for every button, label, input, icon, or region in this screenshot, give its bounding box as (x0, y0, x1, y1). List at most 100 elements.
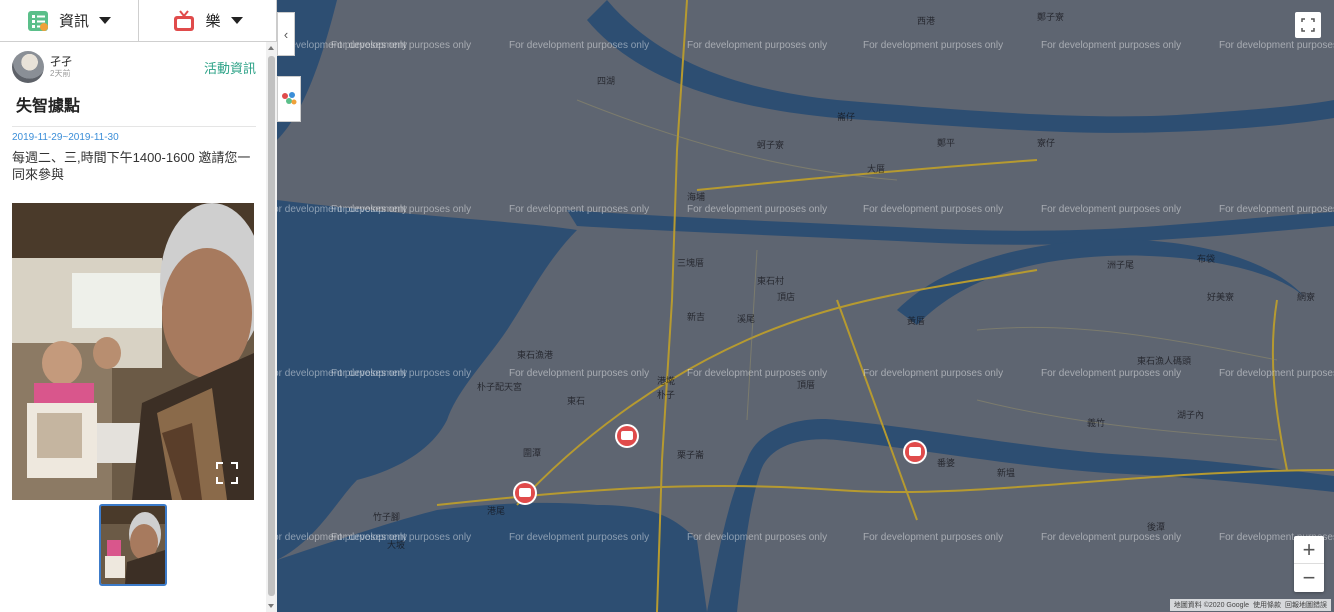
map-watermark: For development purposes only (331, 204, 471, 215)
map-place-label: 東石漁人碼頭 (1137, 355, 1191, 367)
map-watermark: For development purposes only (863, 532, 1003, 543)
chevron-down-icon (99, 17, 111, 24)
zoom-out-button[interactable]: − (1294, 564, 1324, 592)
location-marker-1[interactable] (615, 424, 639, 448)
map-place-label: 新吉 (687, 311, 705, 323)
map-watermark: For development purposes only (1041, 532, 1181, 543)
tab-info-label: 資訊 (58, 13, 89, 30)
post-content: 孑孑 2天前 活動資訊 失智據點 2019-11-29~2019-11-30 每… (0, 42, 266, 612)
map-watermark: For development purposes only (509, 532, 649, 543)
map-place-label: 溪尾 (737, 313, 755, 325)
map-watermark: For development purposes only (863, 368, 1003, 379)
map-place-label: 竹子腳 (373, 511, 400, 523)
layer-toggle-button[interactable] (277, 76, 301, 122)
zoom-control: + − (1294, 536, 1324, 592)
fullscreen-icon (1301, 18, 1315, 32)
map-watermark: For development purposes only (509, 204, 649, 215)
user-info: 孑孑 2天前 (50, 56, 72, 79)
map-data-credit: 地圖資料 ©2020 Google (1173, 602, 1249, 609)
layers-icon (282, 92, 297, 105)
map-watermark: For development purposes only (687, 204, 827, 215)
map-fullscreen-button[interactable] (1295, 12, 1321, 38)
map-place-label: 大厝 (867, 163, 885, 175)
scrollbar-thumb[interactable] (268, 56, 275, 596)
map-place-label: 東石村 (757, 275, 784, 287)
map-place-label: 圍潭 (523, 448, 541, 459)
map-watermark: For development purposes only (687, 532, 827, 543)
map-place-label: 新塭 (997, 467, 1015, 479)
map-place-label: 港尾 (487, 505, 505, 517)
map-place-label: 東石 (567, 395, 585, 407)
map-place-label: 番婆 (937, 457, 955, 469)
map-place-label: 頂厝 (797, 380, 815, 391)
map-place-label: 四湖 (597, 76, 615, 87)
map-watermark: For development purposes only (331, 40, 471, 51)
map-watermark: For development purposes only (1041, 368, 1181, 379)
map-place-label: 港墘 (657, 375, 675, 387)
map-watermark: For development purposes only (863, 40, 1003, 51)
post-time: 2天前 (50, 68, 71, 78)
map-place-label: 大坡 (387, 539, 405, 551)
panel-scrollbar[interactable] (266, 42, 277, 612)
panel-tabs: 資訊 樂 (0, 0, 277, 42)
map-place-label: 黃厝 (907, 315, 925, 327)
map-watermark: For development purposes only (1219, 204, 1334, 215)
map-watermark: For development purposes only (1219, 40, 1334, 51)
map-watermark: For development purposes only (687, 368, 827, 379)
map-place-label: 朴子 (657, 389, 675, 401)
map-place-label: 三塊厝 (677, 257, 704, 269)
info-panel: 資訊 樂 孑孑 2天前 活動資訊 失智據點 2019-11-29~2019-11… (0, 0, 277, 612)
chevron-left-icon: ‹ (283, 26, 289, 42)
map-watermark: For development purposes only (1041, 40, 1181, 51)
zoom-in-button[interactable]: + (1294, 536, 1324, 564)
map-place-label: 網寮 (1297, 291, 1315, 303)
tab-entertainment[interactable]: 樂 (139, 0, 277, 41)
tv-icon (173, 9, 195, 32)
map-place-label: 洲子尾 (1107, 260, 1134, 271)
map-place-label: 蚵子寮 (757, 139, 784, 151)
post-description: 每週二、三,時間下午1400-1600 邀請您一同來參與 (12, 150, 251, 182)
map-place-label: 後潭 (1147, 521, 1165, 533)
report-error-link[interactable]: 回報地圖錯誤 (1285, 600, 1327, 610)
post-title: 失智據點 (16, 98, 81, 115)
scroll-up-icon[interactable] (268, 46, 274, 50)
map-watermark: For development purposes only (509, 40, 649, 51)
map-watermark: For development purposes only (509, 368, 649, 379)
map-place-label: 義竹 (1087, 417, 1105, 429)
map-place-label: 頂店 (777, 291, 795, 303)
photo-thumbnail[interactable] (99, 504, 167, 586)
post-header: 孑孑 2天前 活動資訊 (12, 50, 256, 84)
map-place-label: 東石漁港 (517, 349, 553, 361)
map-attribution: 地圖資料 ©2020 Google 使用條款 回報地圖錯誤 (1169, 599, 1331, 611)
scroll-down-icon[interactable] (268, 604, 274, 608)
post-date-range: 2019-11-29~2019-11-30 (12, 132, 119, 143)
map-watermark: For development purposes only (1041, 204, 1181, 215)
map-watermark: For development purposes only (331, 368, 471, 379)
user-name: 孑孑 (50, 55, 72, 68)
activity-info-link[interactable]: 活動資訊 (204, 58, 256, 77)
map-place-label: 鄭子寮 (1037, 11, 1064, 23)
location-marker-2[interactable] (903, 440, 927, 464)
tab-info[interactable]: 資訊 (0, 0, 139, 41)
map-place-label: 朴子配天宮 (477, 381, 522, 393)
info-list-icon (27, 10, 49, 32)
chevron-down-icon (230, 17, 243, 24)
collapse-panel-button[interactable]: ‹ (277, 12, 295, 56)
divider (12, 126, 256, 127)
map-canvas[interactable]: For development purposes only For develop… (277, 0, 1334, 612)
map-place-label: 西港 (917, 15, 935, 27)
map-watermark: For development purposes only (1219, 368, 1334, 379)
map-place-label: 布袋 (1197, 253, 1215, 265)
map-place-label: 鄭平 (937, 137, 955, 149)
avatar[interactable] (12, 51, 44, 83)
terms-link[interactable]: 使用條款 (1253, 600, 1281, 610)
map-place-label: 好美寮 (1207, 291, 1234, 303)
location-marker-3[interactable] (513, 481, 537, 505)
map-place-label: 寮仔 (1037, 137, 1055, 149)
map-place-label: 崙仔 (837, 111, 855, 123)
map-watermark: For development purposes only (687, 40, 827, 51)
map-place-label: 栗子崙 (677, 449, 704, 461)
map-watermark: For development purposes only (863, 204, 1003, 215)
map-place-label: 海埔 (687, 191, 705, 203)
post-photo[interactable] (12, 203, 254, 500)
